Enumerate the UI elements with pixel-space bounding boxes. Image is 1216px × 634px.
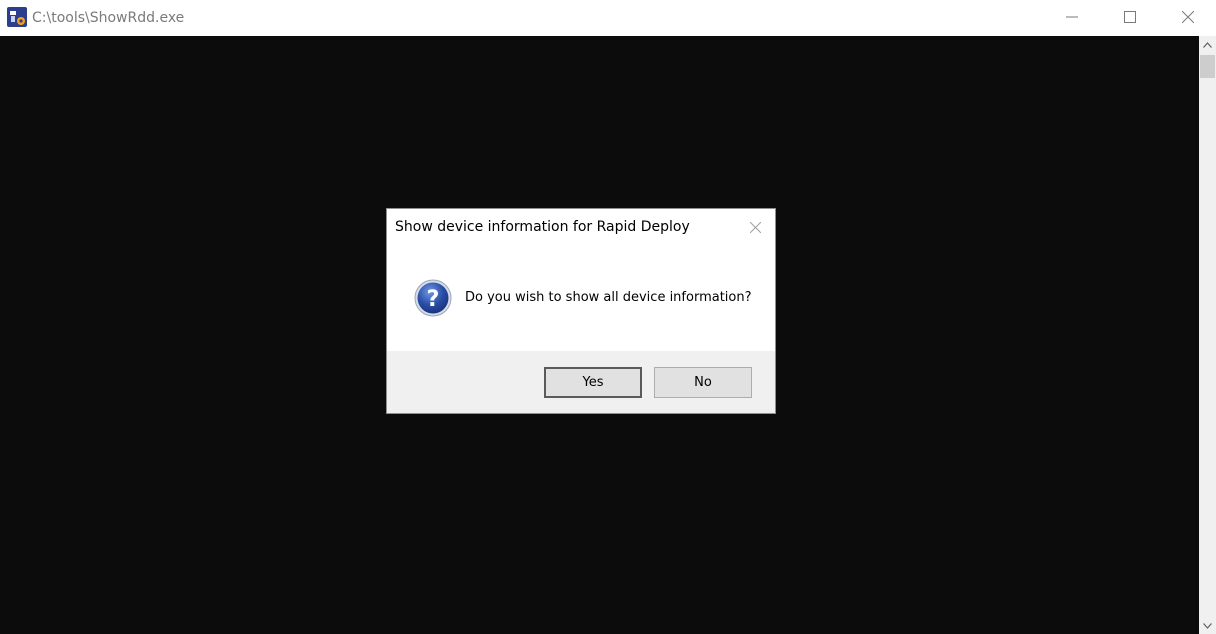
minimize-icon: [1066, 16, 1078, 18]
dialog-button-bar: Yes No: [387, 351, 775, 413]
maximize-button[interactable]: [1101, 0, 1159, 34]
dialog-message: Do you wish to show all device informati…: [465, 290, 752, 305]
console-window: C:\tools\ShowRdd.exe Show device informa…: [0, 0, 1216, 634]
close-button[interactable]: [1159, 0, 1216, 34]
window-title: C:\tools\ShowRdd.exe: [32, 10, 185, 26]
close-icon: [1182, 11, 1194, 23]
close-icon: [749, 221, 761, 233]
minimize-button[interactable]: [1043, 0, 1101, 34]
chevron-up-icon: [1203, 41, 1212, 48]
yes-button[interactable]: Yes: [544, 367, 642, 398]
application-icon: [7, 7, 27, 27]
dialog-title: Show device information for Rapid Deploy: [395, 219, 690, 235]
svg-text:?: ?: [427, 287, 440, 312]
scroll-thumb[interactable]: [1200, 55, 1215, 78]
scroll-up-button[interactable]: [1199, 36, 1216, 53]
maximize-icon: [1124, 11, 1136, 23]
question-icon: ?: [414, 279, 452, 317]
dialog-close-button[interactable]: [743, 217, 767, 237]
scroll-down-button[interactable]: [1199, 617, 1216, 634]
no-button[interactable]: No: [654, 367, 752, 398]
chevron-down-icon: [1203, 622, 1212, 629]
message-dialog: Show device information for Rapid Deploy: [386, 208, 776, 414]
vertical-scrollbar[interactable]: [1199, 36, 1216, 634]
title-bar[interactable]: C:\tools\ShowRdd.exe: [0, 0, 1216, 36]
